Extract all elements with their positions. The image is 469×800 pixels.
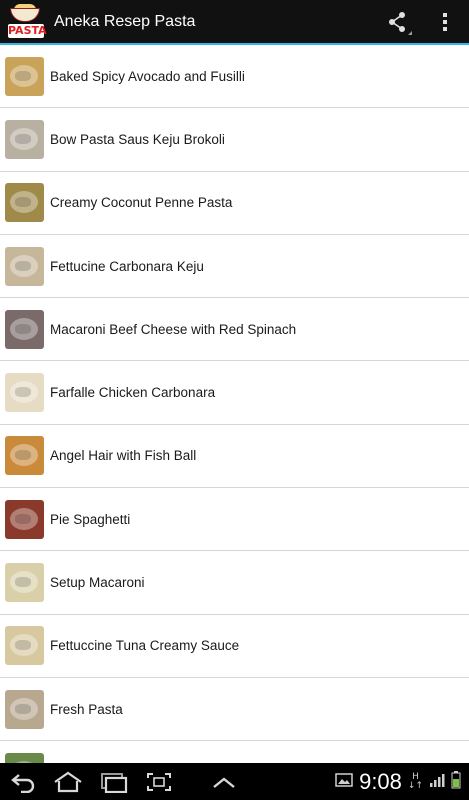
recipe-thumbnail — [5, 373, 44, 413]
recipe-title: Baked Spicy Avocado and Fusilli — [50, 68, 245, 84]
chevron-up-icon[interactable] — [182, 763, 266, 800]
recipe-thumbnail — [5, 689, 44, 729]
recipe-thumbnail — [5, 119, 44, 159]
battery-icon — [451, 770, 461, 793]
recipe-thumbnail — [5, 499, 44, 539]
overflow-dot — [443, 19, 447, 24]
recipe-title: Fresh Pasta — [50, 701, 123, 717]
back-icon[interactable] — [0, 763, 46, 800]
app-title: Aneka Resep Pasta — [54, 12, 196, 30]
recipe-thumbnail — [5, 626, 44, 666]
status-area[interactable]: 9:08 H ↓↑ — [335, 769, 461, 795]
network-type-indicator: H ↓↑ — [407, 772, 423, 791]
clock: 9:08 — [359, 768, 402, 794]
recipe-thumbnail — [5, 246, 44, 286]
recipe-thumbnail — [5, 752, 44, 763]
overflow-dot — [443, 26, 447, 31]
recipe-title: Pie Spaghetti — [50, 511, 131, 527]
recipe-title: Fettucine Carbonara Keju — [50, 258, 204, 274]
recipe-title: Setup Macaroni — [50, 575, 145, 591]
recipe-thumbnail — [5, 183, 44, 223]
recipe-list-item[interactable]: Pie Spaghetti — [0, 488, 469, 552]
recipe-thumbnail — [5, 436, 44, 476]
recipe-thumbnail — [5, 56, 44, 96]
screenshot-icon[interactable] — [136, 763, 182, 800]
share-icon[interactable] — [383, 7, 413, 37]
system-navigation-bar: 9:08 H ↓↑ — [0, 763, 469, 800]
recipe-list[interactable]: Baked Spicy Avocado and Fusilli Bow Pasta… — [0, 45, 469, 763]
recipe-list-item[interactable]: Fettucine Carbonara Keju — [0, 235, 469, 299]
network-activity-arrows: ↓↑ — [407, 780, 423, 791]
recent-apps-icon[interactable] — [90, 763, 136, 800]
logo-text: PASTA — [8, 23, 47, 38]
recipe-list-item[interactable]: Fresh Pasta — [0, 678, 469, 742]
overflow-dot — [443, 12, 447, 17]
overflow-menu-icon[interactable] — [435, 7, 455, 37]
logo-bowl-shape — [10, 7, 40, 22]
recipe-title: Angel Hair with Fish Ball — [50, 448, 197, 464]
recipe-list-item[interactable]: Creamy Coconut Penne Pasta — [0, 172, 469, 235]
recipe-title: Creamy Coconut Penne Pasta — [50, 195, 233, 211]
recipe-list-item[interactable]: Baked Spicy Avocado and Fusilli — [0, 45, 469, 109]
recipe-title: Bow Pasta Saus Keju Brokoli — [50, 131, 225, 147]
recipe-list-item[interactable]: Bow Pasta Saus Keju Brokoli — [0, 108, 469, 172]
action-bar: PASTA Aneka Resep Pasta — [0, 0, 469, 43]
recipe-list-item[interactable]: Fettuccine Tuna Creamy Sauce — [0, 615, 469, 678]
recipe-title: Farfalle Chicken Carbonara — [50, 385, 216, 401]
gallery-notification-icon — [335, 772, 353, 792]
recipe-list-item[interactable]: Macaroni Beef Cheese with Red Spinach — [0, 298, 469, 362]
app-logo[interactable]: PASTA — [4, 2, 48, 42]
signal-strength-icon — [429, 772, 445, 792]
recipe-list-item[interactable]: Angel Hair with Fish Ball — [0, 425, 469, 489]
recipe-list-item[interactable]: Setup Macaroni — [0, 551, 469, 615]
home-icon[interactable] — [46, 763, 90, 800]
recipe-title: Macaroni Beef Cheese with Red Spinach — [50, 321, 297, 337]
recipe-title: Fettuccine Tuna Creamy Sauce — [50, 638, 240, 654]
recipe-thumbnail — [5, 563, 44, 603]
recipe-thumbnail — [5, 309, 44, 349]
recipe-list-item[interactable]: Farfalle Chicken Carbonara — [0, 361, 469, 425]
recipe-list-item[interactable] — [0, 741, 469, 763]
